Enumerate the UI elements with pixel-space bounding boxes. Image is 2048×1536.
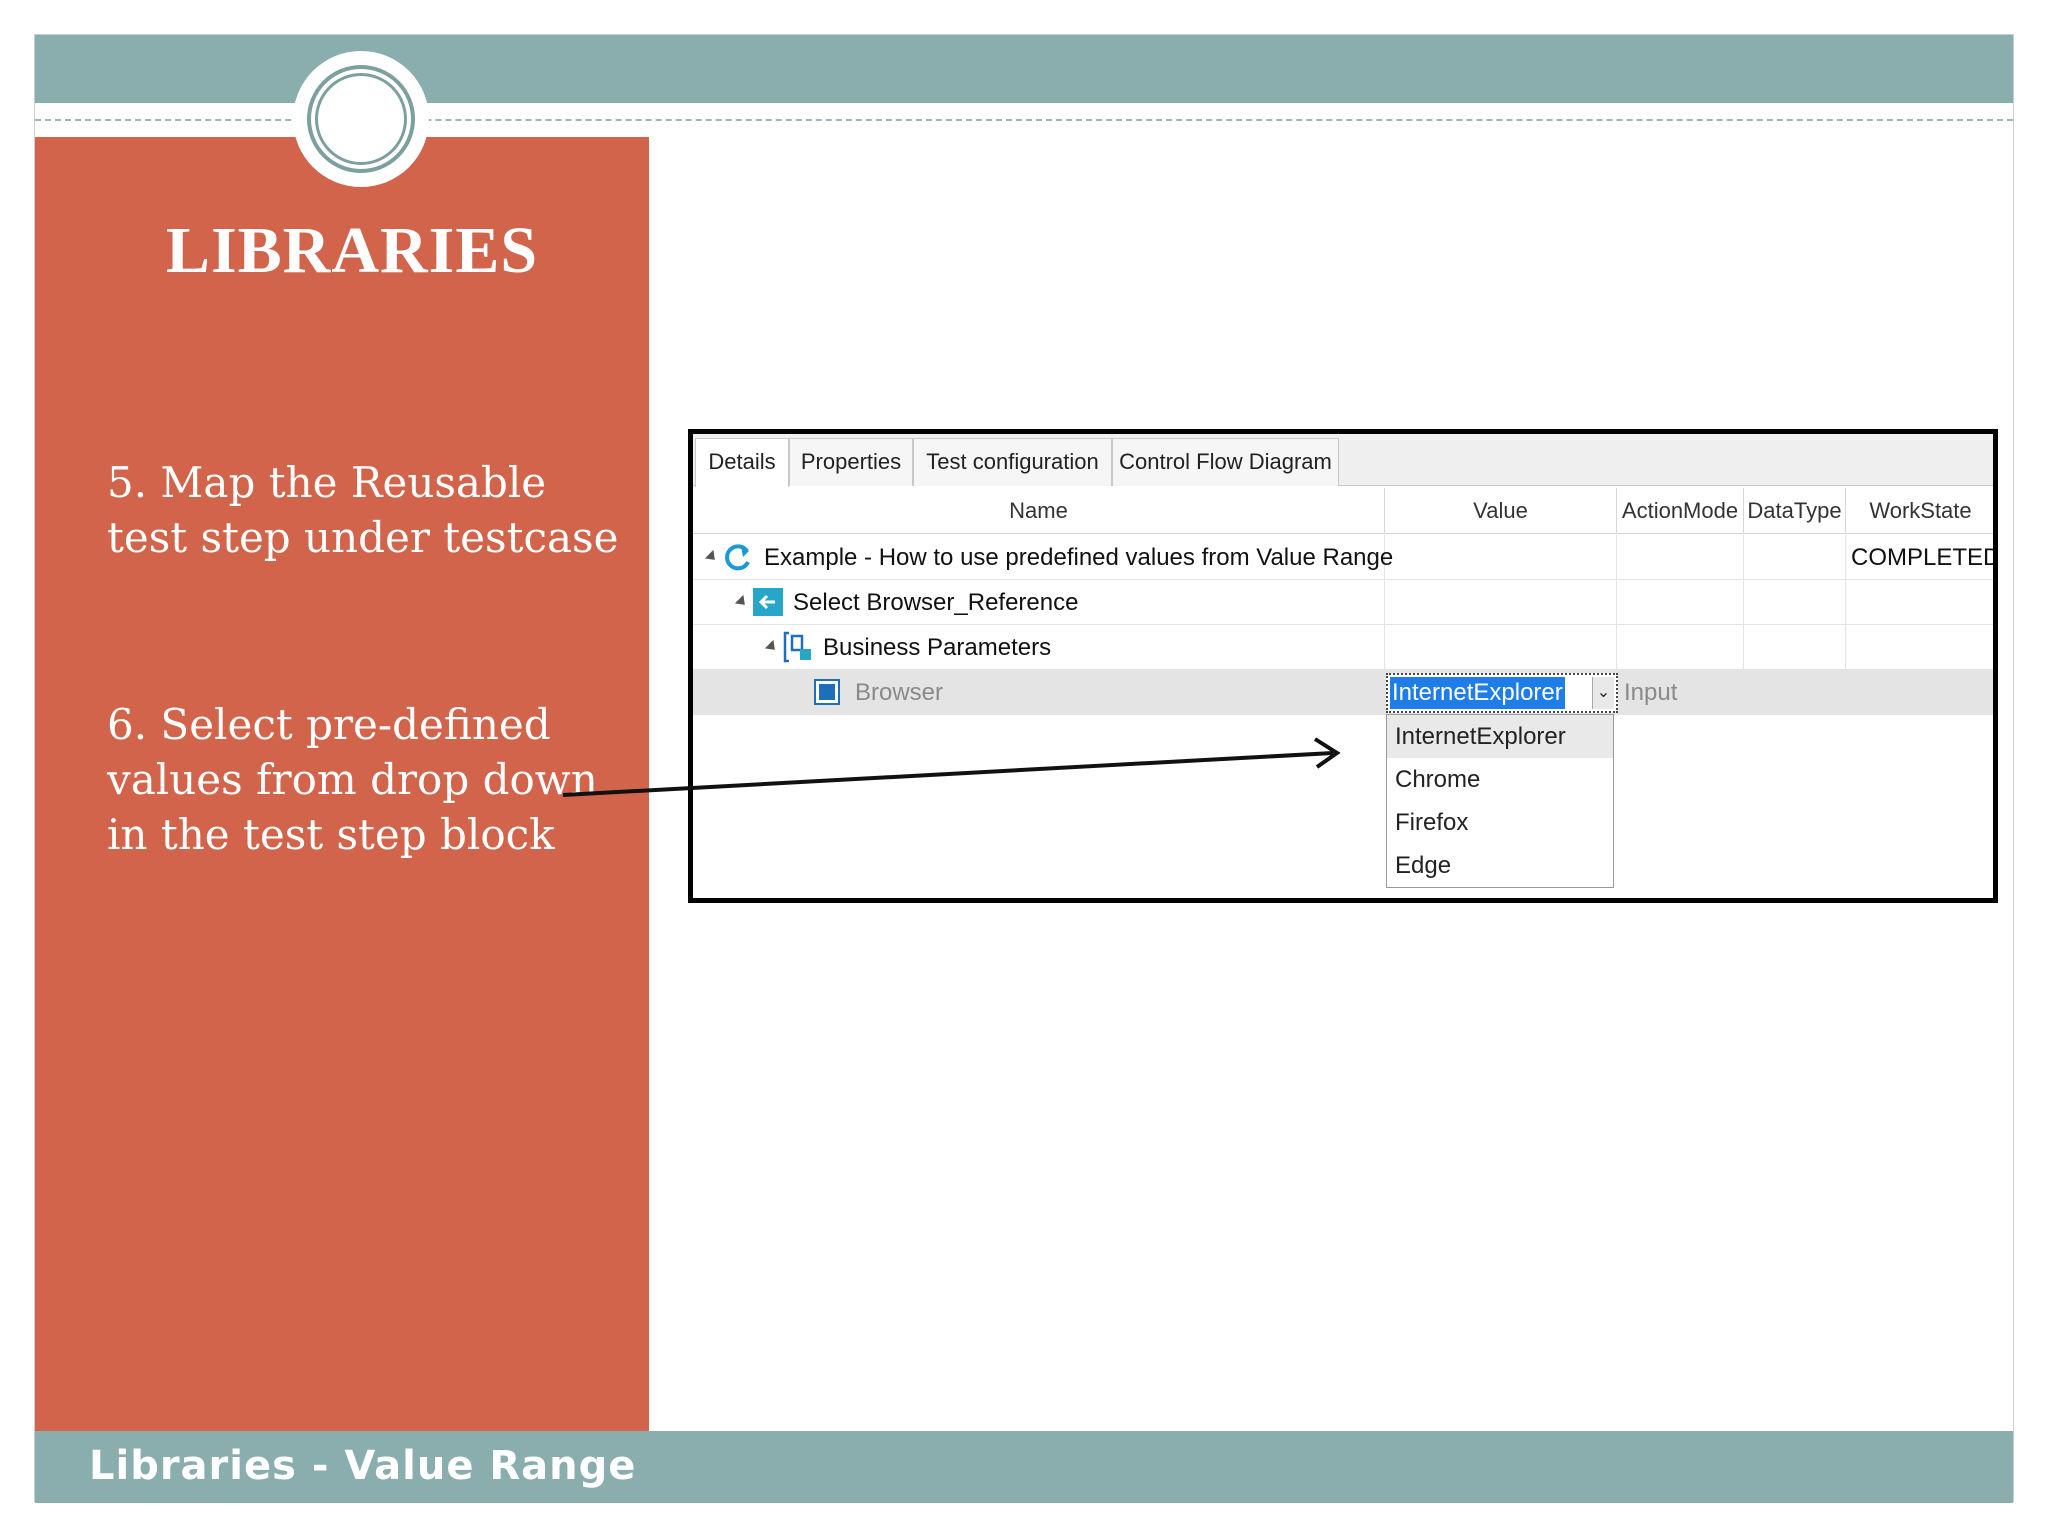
footer-title: Libraries - Value Range [89,1443,637,1489]
footer-band: Libraries - Value Range [35,1431,2013,1503]
slide: 5. Map the Reusable test step under test… [34,34,2014,1503]
annotation-arrow [562,737,1341,797]
